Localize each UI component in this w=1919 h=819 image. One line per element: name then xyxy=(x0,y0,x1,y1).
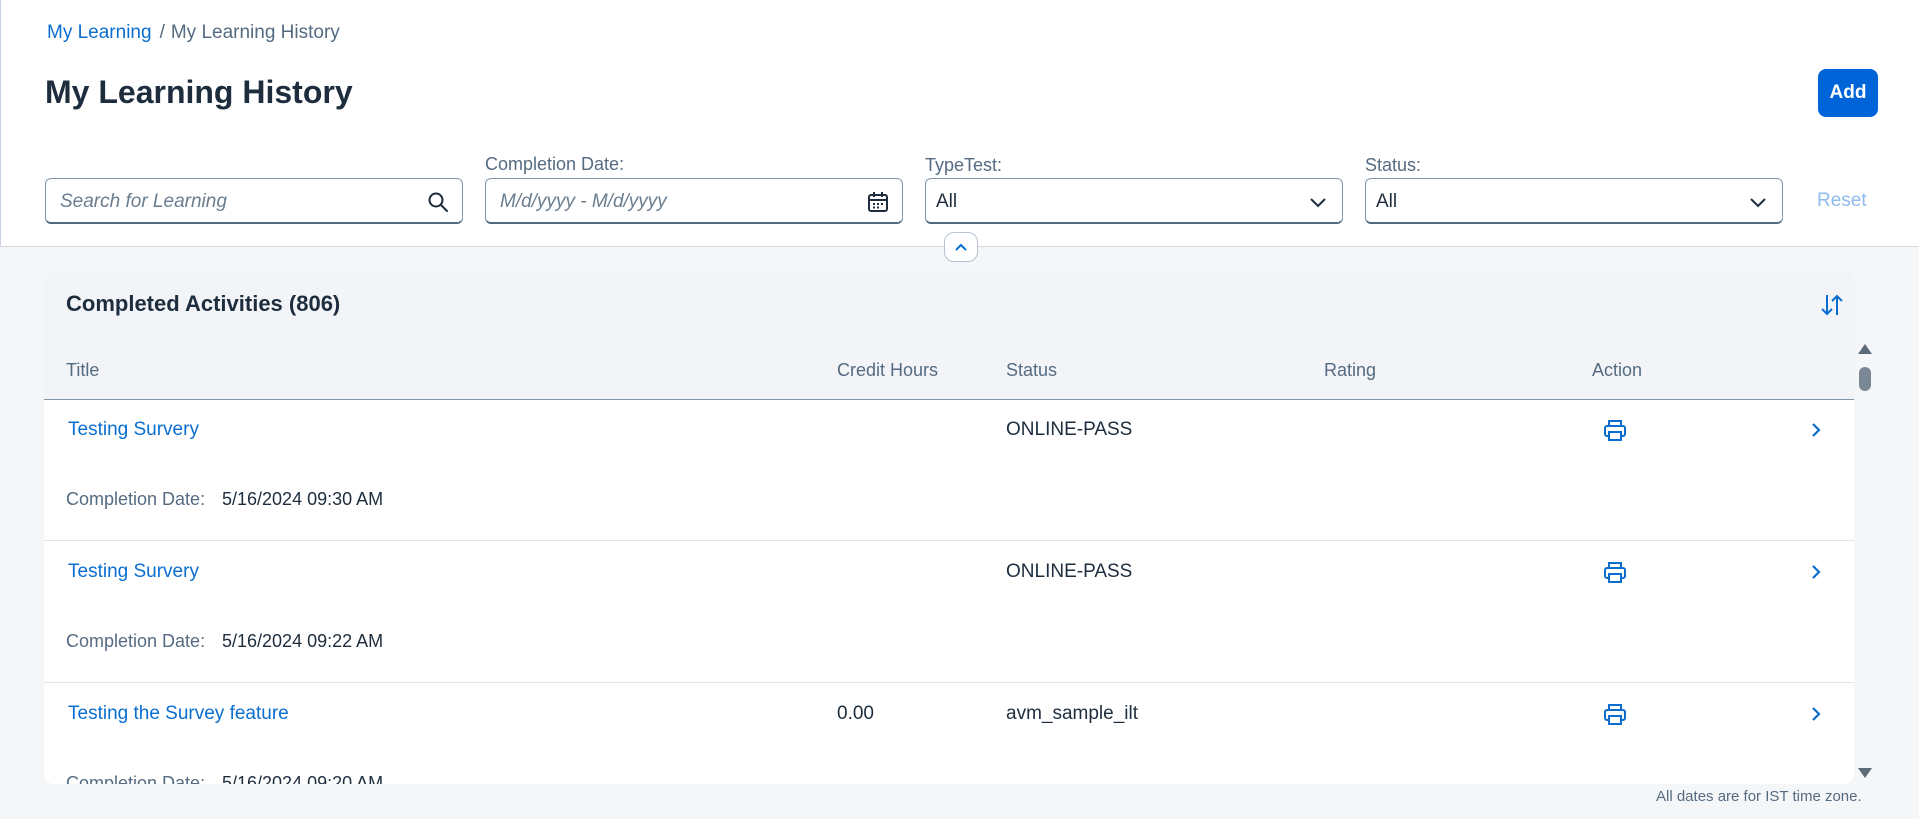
column-status[interactable]: Status xyxy=(1006,360,1057,381)
chevron-down-icon[interactable] xyxy=(1306,190,1330,214)
row-credit-hours: 0.00 xyxy=(837,703,874,724)
breadcrumb-separator: / xyxy=(159,22,165,43)
breadcrumb: My Learning / My Learning History xyxy=(47,22,340,44)
chevron-up-icon xyxy=(955,243,967,251)
row-status: ONLINE-PASS xyxy=(1006,419,1133,440)
card-header: Completed Activities (806) xyxy=(44,271,1854,340)
search-icon[interactable] xyxy=(426,190,450,214)
table-header: Title Credit Hours Status Rating Action xyxy=(44,339,1854,400)
search-placeholder: Search for Learning xyxy=(60,191,227,212)
completion-date-value: 5/16/2024 09:20 AM xyxy=(222,773,384,784)
chevron-down-icon[interactable] xyxy=(1746,190,1770,214)
chevron-right-icon[interactable] xyxy=(1806,419,1826,441)
vertical-scrollbar[interactable] xyxy=(1854,342,1876,782)
reset-button[interactable]: Reset xyxy=(1817,190,1867,212)
status-select[interactable]: All xyxy=(1365,178,1783,224)
scroll-up-arrow[interactable] xyxy=(1858,344,1872,354)
timezone-footnote: All dates are for IST time zone. xyxy=(1656,788,1862,805)
column-action: Action xyxy=(1592,360,1643,380)
type-select[interactable]: All xyxy=(925,178,1343,224)
column-credit-hours[interactable]: Credit Hours xyxy=(837,360,938,381)
add-button[interactable]: Add xyxy=(1818,69,1878,117)
calendar-icon[interactable] xyxy=(866,190,890,214)
row-title-link[interactable]: Testing Survery xyxy=(68,561,199,583)
print-icon[interactable] xyxy=(1602,417,1628,443)
table-row[interactable]: Testing the Survey feature 0.00 avm_samp… xyxy=(44,683,1854,784)
print-icon[interactable] xyxy=(1602,701,1628,727)
completion-date-value: 5/16/2024 09:30 AM xyxy=(222,489,384,509)
completion-date-label: Completion Date: xyxy=(66,773,206,784)
type-label: TypeTest: xyxy=(925,155,1003,175)
card-title: Completed Activities (806) xyxy=(66,291,341,316)
row-title-link[interactable]: Testing the Survey feature xyxy=(68,703,289,725)
column-title[interactable]: Title xyxy=(66,360,99,381)
column-rating[interactable]: Rating xyxy=(1324,360,1376,381)
completion-date-label: Completion Date: xyxy=(485,154,625,174)
print-icon[interactable] xyxy=(1602,559,1628,585)
row-title-link[interactable]: Testing Survery xyxy=(68,419,199,441)
sort-icon[interactable] xyxy=(1818,291,1846,319)
page-title: My Learning History xyxy=(45,74,353,110)
completion-date-label: Completion Date: xyxy=(66,631,206,651)
search-input[interactable]: Search for Learning xyxy=(45,178,463,224)
completion-date-value: 5/16/2024 09:22 AM xyxy=(222,631,384,651)
type-select-value: All xyxy=(936,191,958,212)
completed-activities-card: Completed Activities (806) Title Credit … xyxy=(44,271,1854,784)
chevron-right-icon[interactable] xyxy=(1806,561,1826,583)
breadcrumb-link-my-learning[interactable]: My Learning xyxy=(47,22,152,43)
completion-date-field[interactable]: M/d/yyyy - M/d/yyyy xyxy=(485,178,903,224)
breadcrumb-current: My Learning History xyxy=(170,22,340,43)
scroll-down-arrow[interactable] xyxy=(1858,768,1872,778)
completion-date-placeholder: M/d/yyyy - M/d/yyyy xyxy=(500,191,667,212)
header-area: My Learning / My Learning History My Learn… xyxy=(0,0,1919,247)
chevron-right-icon[interactable] xyxy=(1806,703,1826,725)
status-select-value: All xyxy=(1376,191,1398,212)
scroll-thumb[interactable] xyxy=(1859,367,1871,391)
row-status: avm_sample_ilt xyxy=(1006,703,1138,724)
table-row[interactable]: Testing Survery ONLINE-PASS Completion D… xyxy=(44,541,1854,683)
row-status: ONLINE-PASS xyxy=(1006,561,1133,582)
status-label: Status: xyxy=(1365,155,1422,175)
collapse-filters-button[interactable] xyxy=(944,232,978,262)
table-row[interactable]: Testing Survery ONLINE-PASS Completion D… xyxy=(44,399,1854,541)
completion-date-label: Completion Date: xyxy=(66,489,206,509)
